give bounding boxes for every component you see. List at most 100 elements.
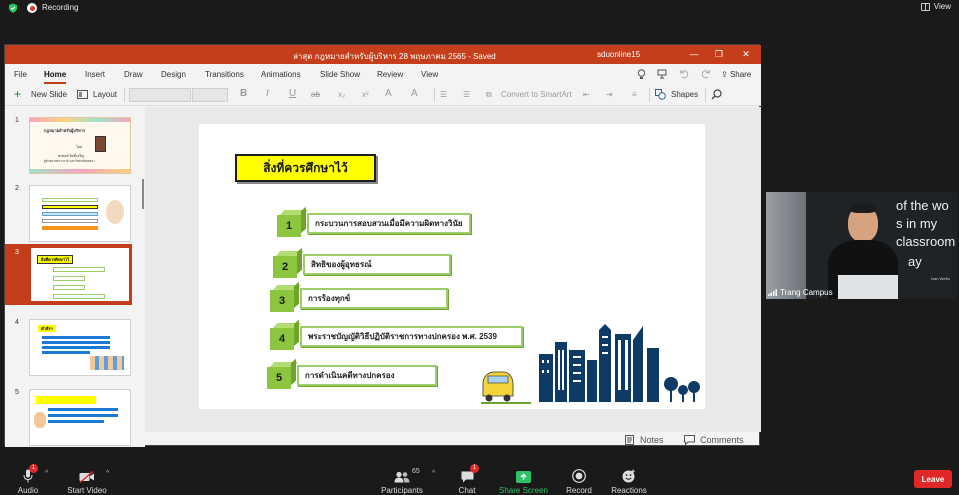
menu-design[interactable]: Design bbox=[161, 70, 186, 79]
font-color-button[interactable]: A bbox=[385, 88, 392, 99]
number-cube: 4 bbox=[270, 328, 294, 350]
shapes-button[interactable]: Shapes bbox=[671, 90, 698, 99]
shield-icon[interactable] bbox=[8, 3, 18, 13]
thumb-title: คำสั่งฯ bbox=[38, 325, 56, 332]
share-screen-label: Share Screen bbox=[499, 486, 548, 495]
menu-home[interactable]: Home bbox=[44, 70, 67, 84]
close-button[interactable]: ✕ bbox=[739, 48, 753, 60]
restore-button[interactable]: ❐ bbox=[712, 48, 726, 60]
notes-icon[interactable] bbox=[625, 435, 634, 445]
share-button[interactable]: ⇪ Share bbox=[721, 70, 751, 79]
thumb-row bbox=[48, 408, 118, 411]
menu-file[interactable]: File bbox=[14, 70, 27, 79]
board-text: s in my bbox=[896, 216, 938, 231]
slide-thumbnail-1[interactable]: กฎหมายสำหรับผู้บริหาร โดย พรพงษ์ จิตดีเจ… bbox=[29, 117, 131, 174]
layout-icon[interactable] bbox=[77, 90, 88, 99]
audio-badge: 1 bbox=[29, 464, 38, 473]
menu-draw[interactable]: Draw bbox=[124, 70, 143, 79]
undo-icon[interactable] bbox=[679, 69, 689, 79]
bullets-icon[interactable]: ☰ bbox=[440, 90, 447, 99]
subscript-button[interactable]: x₂ bbox=[338, 90, 345, 99]
laptop bbox=[838, 275, 898, 299]
strikethrough-button[interactable]: ab bbox=[311, 90, 320, 99]
start-video-button[interactable]: Start Video bbox=[64, 465, 110, 495]
underline-button[interactable]: U bbox=[289, 88, 296, 99]
menu-review[interactable]: Review bbox=[377, 70, 403, 79]
slide-thumbnail-3[interactable]: สิ่งที่ควรศึกษาไว้ bbox=[29, 246, 131, 303]
font-name-box[interactable] bbox=[129, 88, 191, 102]
video-off-icon bbox=[79, 471, 94, 483]
zoom-top-bar: Recording View bbox=[0, 0, 959, 16]
thumb-people bbox=[90, 356, 124, 370]
slide-thumbnail-2[interactable] bbox=[29, 185, 131, 242]
participants-options-caret[interactable]: ^ bbox=[432, 470, 435, 477]
smartart-icon[interactable]: ⧉ bbox=[486, 90, 492, 100]
view-button[interactable]: View bbox=[920, 2, 951, 11]
superscript-button[interactable]: x² bbox=[362, 90, 369, 99]
menu-animations[interactable]: Animations bbox=[261, 70, 301, 79]
new-slide-icon[interactable]: + bbox=[14, 87, 21, 101]
board-sign: Ivan Welto bbox=[931, 276, 950, 281]
thumb-row bbox=[42, 212, 98, 216]
shapes-icon[interactable] bbox=[655, 89, 666, 100]
present-icon[interactable] bbox=[657, 69, 667, 79]
number-cube: 2 bbox=[273, 256, 297, 278]
item-text-box: การร้องทุกข์ bbox=[300, 288, 448, 309]
thumb-row bbox=[42, 219, 98, 223]
align-icon[interactable]: ≡ bbox=[632, 90, 637, 99]
slide-title: สิ่งที่ควรศึกษาไว้ bbox=[235, 154, 376, 182]
audio-options-caret[interactable]: ^ bbox=[45, 470, 48, 477]
lightbulb-icon[interactable] bbox=[637, 69, 646, 80]
thumb-row bbox=[42, 205, 98, 209]
start-video-label: Start Video bbox=[67, 486, 107, 495]
thumb-row bbox=[53, 276, 85, 281]
slide-thumbnail-5[interactable] bbox=[29, 389, 131, 446]
search-icon[interactable] bbox=[711, 89, 722, 100]
ribbon-separator bbox=[434, 88, 435, 102]
menu-slide-show[interactable]: Slide Show bbox=[320, 70, 360, 79]
share-screen-button[interactable]: Share Screen bbox=[499, 465, 548, 495]
item-text-box: กระบวนการสอบสวนเมื่อมีความผิดทางวินัย bbox=[307, 213, 471, 234]
decrease-indent-icon[interactable]: ⇤ bbox=[583, 90, 590, 99]
italic-button[interactable]: I bbox=[266, 88, 269, 99]
menu-view[interactable]: View bbox=[421, 70, 438, 79]
taxi-car bbox=[481, 371, 531, 404]
font-size-box[interactable] bbox=[192, 88, 228, 102]
participant-video[interactable]: of the wo s in my classroom ay Ivan Welt… bbox=[766, 192, 957, 299]
audio-button[interactable]: Audio bbox=[13, 465, 43, 495]
comments-button[interactable]: Comments bbox=[700, 435, 744, 445]
text-effects-button[interactable]: A bbox=[411, 88, 418, 99]
thumbnails-scrollbar[interactable] bbox=[142, 179, 144, 209]
slide-thumbnail-4[interactable]: คำสั่งฯ bbox=[29, 319, 131, 376]
item-text-box: สิทธิของผู้อุทธรณ์ bbox=[303, 254, 451, 275]
participants-label: Participants bbox=[381, 486, 423, 495]
convert-smartart-button[interactable]: Convert to SmartArt bbox=[501, 90, 572, 99]
new-slide-button[interactable]: New Slide bbox=[31, 90, 67, 99]
current-slide[interactable]: สิ่งที่ควรศึกษาไว้ 1 กระบวนการสอบสวนเมื่… bbox=[199, 124, 705, 409]
account-name[interactable]: sduonline15 bbox=[597, 50, 640, 59]
video-wall bbox=[766, 192, 806, 299]
layout-button[interactable]: Layout bbox=[93, 90, 117, 99]
menu-insert[interactable]: Insert bbox=[85, 70, 105, 79]
thumb-row bbox=[48, 420, 104, 423]
view-label: View bbox=[933, 2, 951, 11]
thumb-number: 1 bbox=[15, 117, 19, 124]
chat-badge: 1 bbox=[470, 464, 479, 473]
video-options-caret[interactable]: ^ bbox=[106, 470, 109, 477]
comments-icon[interactable] bbox=[684, 435, 695, 445]
increase-indent-icon[interactable]: ⇥ bbox=[606, 90, 613, 99]
participants-count: 65 bbox=[412, 468, 420, 475]
numbering-icon[interactable]: ☰ bbox=[463, 90, 470, 99]
menu-transitions[interactable]: Transitions bbox=[205, 70, 244, 79]
thumb-number: 4 bbox=[15, 319, 19, 326]
leave-button[interactable]: Leave bbox=[914, 470, 952, 488]
document-title: ล่าสุด กฎหมายสำหรับผู้บริหาร 28 พฤษภาคม … bbox=[293, 52, 496, 61]
record-button[interactable]: Record bbox=[564, 465, 594, 495]
bold-button[interactable]: B bbox=[240, 88, 247, 99]
reactions-button[interactable]: Reactions bbox=[611, 465, 647, 495]
share-icon: ⇪ bbox=[721, 70, 730, 79]
minimize-button[interactable]: — bbox=[687, 48, 701, 60]
thumb-border-decoration bbox=[30, 169, 130, 173]
redo-icon[interactable] bbox=[701, 69, 711, 79]
notes-button[interactable]: Notes bbox=[640, 435, 664, 445]
